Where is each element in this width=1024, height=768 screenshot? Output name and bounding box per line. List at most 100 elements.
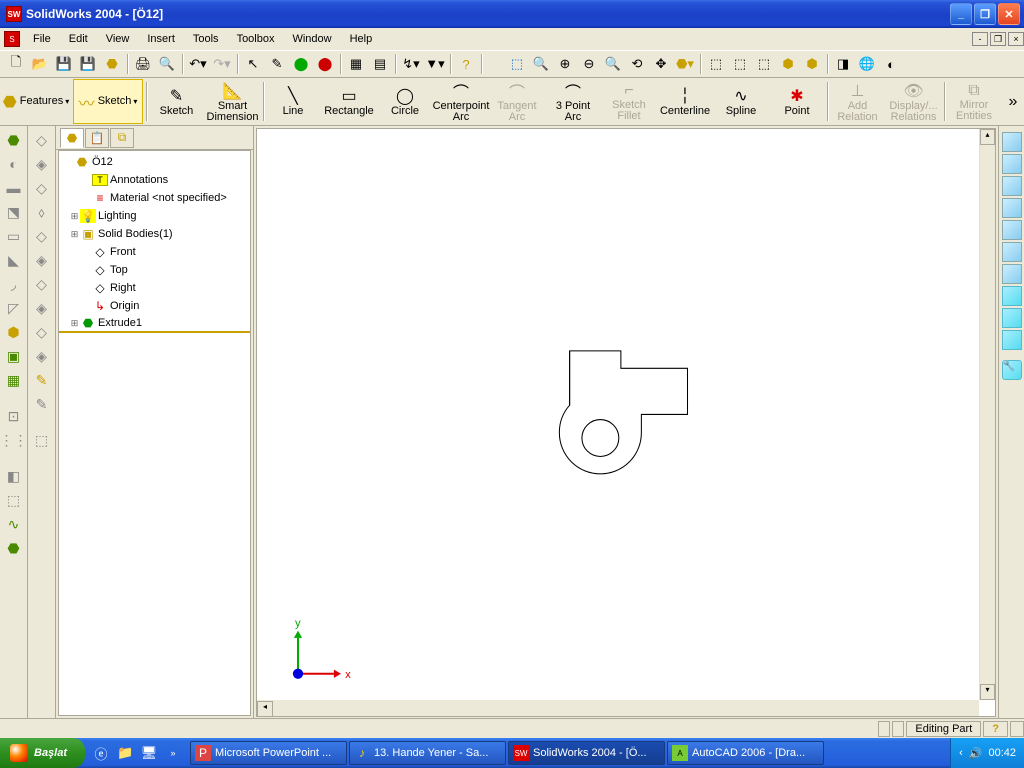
redo-icon[interactable]: ↷▾ (211, 53, 233, 75)
pt6-icon[interactable]: ◇ (31, 321, 53, 343)
save-icon[interactable]: 💾 (53, 53, 75, 75)
scrollbar-horizontal[interactable]: ◂ (257, 700, 979, 716)
maximize-button[interactable]: ❐ (974, 3, 996, 25)
open-icon[interactable]: 📂 (29, 53, 51, 75)
menu-toolbox[interactable]: Toolbox (228, 30, 284, 48)
tree-right[interactable]: Right (110, 282, 136, 294)
draft-icon[interactable]: ▦ (3, 369, 25, 391)
axis-icon[interactable]: ◈ (31, 153, 53, 175)
tray-clock[interactable]: 00:42 (988, 747, 1016, 759)
view-iso-icon[interactable] (1002, 264, 1022, 284)
sweep-icon[interactable]: ▬ (3, 177, 25, 199)
tree-top[interactable]: Top (110, 264, 128, 276)
tangent-arc-button[interactable]: ⌒Tangent Arc (490, 79, 544, 124)
traffic-icon[interactable]: ⬤ (290, 53, 312, 75)
view-orient-icon[interactable]: ⬣▾ (674, 53, 696, 75)
menu-tools[interactable]: Tools (184, 30, 228, 48)
view-back-icon[interactable] (1002, 154, 1022, 174)
menu-view[interactable]: View (97, 30, 139, 48)
features-tab[interactable]: ⬣ Features (1, 79, 71, 124)
tree-root[interactable]: Ö12 (92, 156, 113, 168)
pt5-icon[interactable]: ◈ (31, 297, 53, 319)
view-front-icon[interactable] (1002, 132, 1022, 152)
loft-icon[interactable]: ⬔ (3, 201, 25, 223)
sketch-pencil-icon[interactable]: ✎ (31, 369, 53, 391)
mdi-minimize[interactable]: - (972, 32, 988, 46)
cut2-icon[interactable]: ◣ (3, 249, 25, 271)
view-top-icon[interactable] (1002, 220, 1022, 240)
chamfer-icon[interactable]: ◸ (3, 297, 25, 319)
shadow-icon[interactable]: ◐ (880, 53, 902, 75)
shaded-icon[interactable]: ⬢ (801, 53, 823, 75)
extrude-boss-icon[interactable]: ⬣ (3, 129, 25, 151)
tree-lighting[interactable]: Lighting (98, 210, 137, 222)
pencil-icon[interactable]: ✎ (266, 53, 288, 75)
graphics-viewport[interactable]: x y ▴▾ ◂ (256, 128, 996, 717)
centerpoint-arc-button[interactable]: ⌒Centerpoint Arc (434, 79, 488, 124)
preview-icon[interactable]: 🔍 (156, 53, 178, 75)
tree-extrude[interactable]: Extrude1 (98, 317, 142, 329)
tree-solid-bodies[interactable]: Solid Bodies(1) (98, 228, 173, 240)
mirror-button[interactable]: ⧉Mirror Entities (947, 79, 1001, 124)
ref-icon[interactable]: ⬚ (3, 489, 25, 511)
view-bottom-icon[interactable] (1002, 242, 1022, 262)
smart-dimension-button[interactable]: 📐Smart Dimension (206, 79, 260, 124)
menu-file[interactable]: File (24, 30, 60, 48)
task-music[interactable]: ♪13. Hande Yener - Sa... (349, 741, 506, 765)
view-extra-icon[interactable]: 🔧 (1002, 360, 1022, 380)
three-point-arc-button[interactable]: ⌒3 Point Arc (546, 79, 600, 124)
sketch-tab[interactable]: 〰 Sketch (73, 79, 143, 124)
color-icon[interactable]: ⬤ (314, 53, 336, 75)
fillet-feat-icon[interactable]: ◞ (3, 273, 25, 295)
pt7-icon[interactable]: ◈ (31, 345, 53, 367)
plane-icon[interactable]: ◇ (31, 129, 53, 151)
hole-icon[interactable]: ⊡ (3, 405, 25, 427)
cs-icon[interactable]: ◇ (31, 177, 53, 199)
rotate-icon[interactable]: ⟲ (626, 53, 648, 75)
ql-desktop-icon[interactable]: 🖥 (139, 742, 159, 764)
pt-icon[interactable]: ⬨ (31, 201, 53, 223)
view-right-icon[interactable] (1002, 198, 1022, 218)
status-help[interactable]: ? (983, 721, 1008, 737)
minimize-button[interactable]: _ (950, 3, 972, 25)
tray-arrow-icon[interactable]: ‹ (959, 747, 963, 759)
zoom-in-icon[interactable]: ⊕ (554, 53, 576, 75)
pt3-icon[interactable]: ◈ (31, 249, 53, 271)
tree-annotations[interactable]: Annotations (110, 174, 168, 186)
curve2-icon[interactable]: ⬣ (3, 537, 25, 559)
curve-icon[interactable]: ∿ (3, 513, 25, 535)
pattern-icon[interactable]: ⋮⋮ (3, 429, 25, 451)
globe-icon[interactable]: 🌐 (856, 53, 878, 75)
task-powerpoint[interactable]: PMicrosoft PowerPoint ... (190, 741, 347, 765)
tray-vol-icon[interactable]: 🔊 (969, 747, 983, 760)
undo-icon[interactable]: ↶▾ (187, 53, 209, 75)
tree-origin[interactable]: Origin (110, 300, 139, 312)
wireframe-icon[interactable]: ⬚ (705, 53, 727, 75)
overflow-button[interactable]: » (1003, 79, 1023, 124)
section-icon[interactable]: ◨ (832, 53, 854, 75)
arrow-icon[interactable]: ↯▾ (400, 53, 422, 75)
hidden-icon[interactable]: ⬚ (729, 53, 751, 75)
3dsketch-icon[interactable]: ✎ (31, 393, 53, 415)
tree-tab-config[interactable]: ⧉ (110, 128, 134, 148)
print-icon[interactable]: 🖨 (132, 53, 154, 75)
view-tri-icon[interactable] (1002, 286, 1022, 306)
zoom-sel-icon[interactable]: 🔍 (602, 53, 624, 75)
menu-edit[interactable]: Edit (60, 30, 97, 48)
pt2-icon[interactable]: ◇ (31, 225, 53, 247)
mdi-close[interactable]: × (1008, 32, 1024, 46)
add-relation-button[interactable]: ⊥Add Relation (831, 79, 885, 124)
ql-explorer-icon[interactable]: 📁 (115, 742, 135, 764)
saveall-icon[interactable]: 💾 (77, 53, 99, 75)
zoom-area-icon[interactable]: ⬚ (506, 53, 528, 75)
help-icon[interactable]: ? (455, 53, 477, 75)
hlr-icon[interactable]: ⬚ (753, 53, 775, 75)
rib-icon[interactable]: ▣ (3, 345, 25, 367)
spline-button[interactable]: ∿Spline (714, 79, 768, 124)
rectangle-button[interactable]: ▭Rectangle (322, 79, 376, 124)
mirror-feat-icon[interactable]: ◧ (3, 465, 25, 487)
close-button[interactable]: ✕ (998, 3, 1020, 25)
new-icon[interactable]: 🗋 (5, 53, 27, 75)
shell-icon[interactable]: ⬢ (3, 321, 25, 343)
task-solidworks[interactable]: SWSolidWorks 2004 - [Ö... (508, 741, 665, 765)
